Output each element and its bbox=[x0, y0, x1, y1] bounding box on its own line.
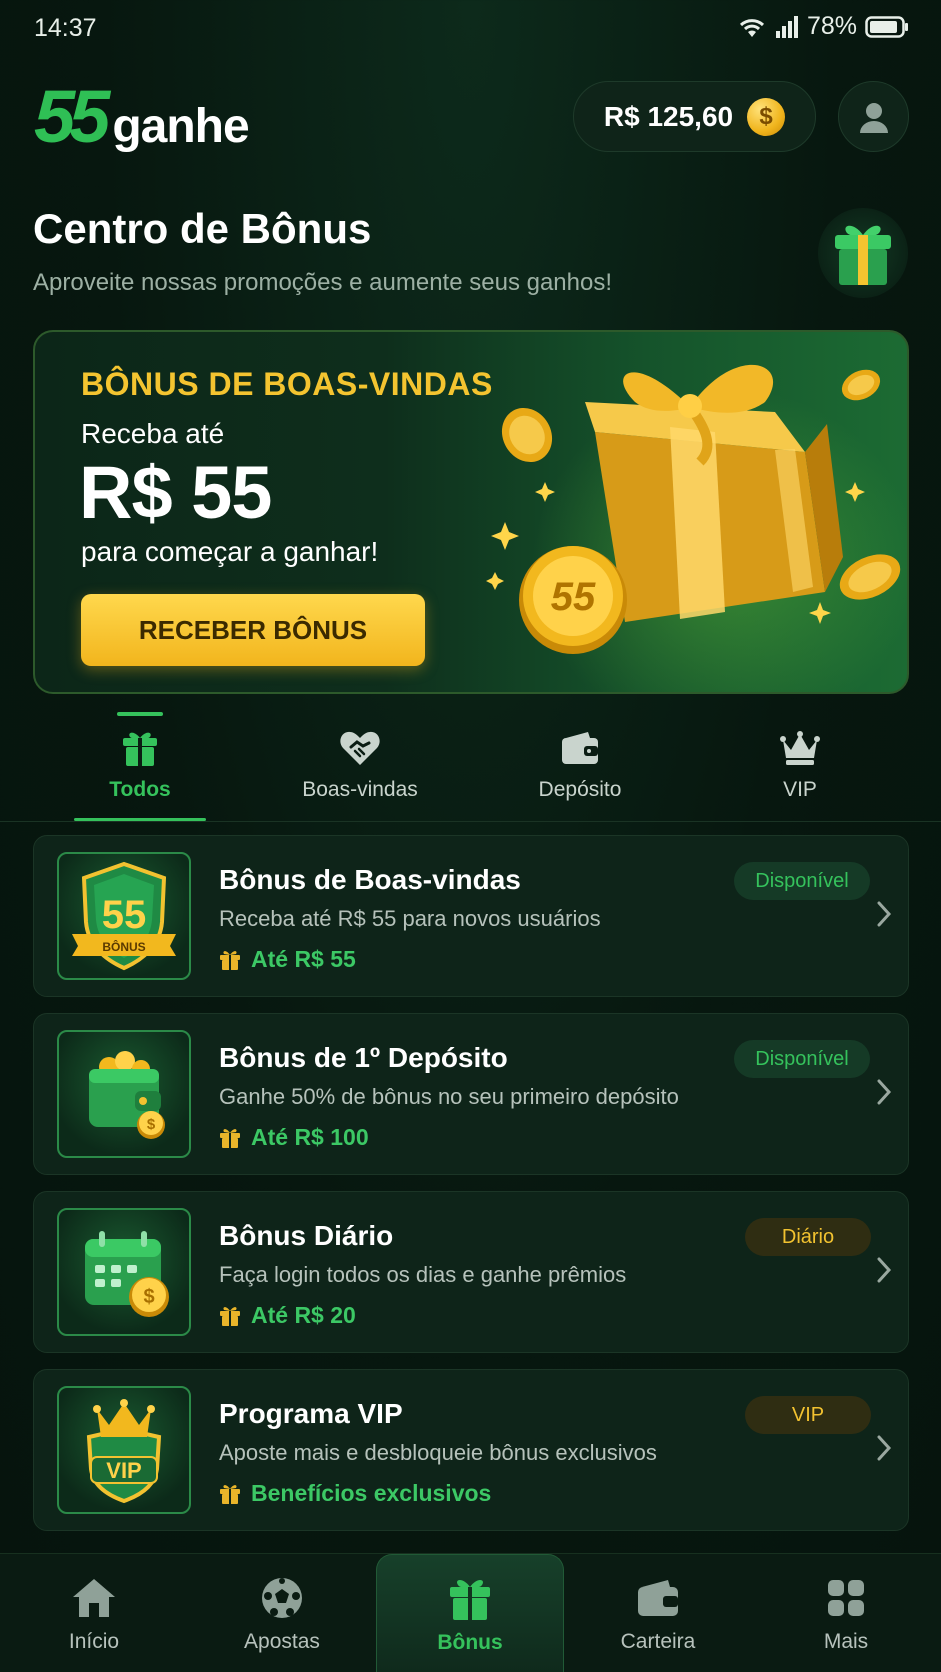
bonus-description: Faça login todos os dias e ganhe prêmios bbox=[219, 1262, 627, 1287]
gift-button[interactable] bbox=[818, 208, 908, 298]
small-gift-icon bbox=[220, 1484, 240, 1504]
gift-icon bbox=[123, 732, 157, 766]
bottom-navigation: Início Apostas Bônus Carteira Mais bbox=[0, 1553, 941, 1672]
chevron-right-icon[interactable] bbox=[876, 1256, 892, 1284]
logo-number: 55 bbox=[34, 75, 110, 158]
nav-label: Bônus bbox=[437, 1631, 503, 1654]
grid-icon bbox=[828, 1580, 864, 1616]
bonus-card-vip[interactable]: VIP Programa VIP Aposte mais e desbloque… bbox=[33, 1369, 909, 1531]
tab-deposito[interactable]: Depósito bbox=[490, 712, 670, 822]
svg-text:55: 55 bbox=[551, 575, 596, 619]
nav-label: Início bbox=[68, 1630, 120, 1653]
status-badge: Disponível bbox=[734, 862, 870, 900]
calendar-coin-icon: $ bbox=[57, 1208, 191, 1336]
tab-label: VIP bbox=[783, 778, 817, 801]
nav-inicio[interactable]: Início bbox=[0, 1554, 188, 1672]
user-icon bbox=[859, 102, 888, 133]
chevron-right-icon[interactable] bbox=[876, 900, 892, 928]
bonus-description: Ganhe 50% de bônus no seu primeiro depós… bbox=[219, 1084, 679, 1109]
gift-icon bbox=[835, 225, 891, 285]
gift-icon bbox=[450, 1580, 490, 1620]
nav-carteira[interactable]: Carteira bbox=[564, 1554, 752, 1672]
status-bar: 14:37 78% bbox=[0, 0, 941, 56]
bonus-reward: Benefícios exclusivos bbox=[219, 1480, 491, 1507]
bonus-reward: Até R$ 55 bbox=[219, 946, 356, 973]
bonus-card-first-deposit[interactable]: $ Bônus de 1º Depósito Ganhe 50% de bônu… bbox=[33, 1013, 909, 1175]
bonus-card-daily[interactable]: $ Bônus Diário Faça login todos os dias … bbox=[33, 1191, 909, 1353]
profile-button[interactable] bbox=[838, 81, 909, 152]
wallet-icon bbox=[562, 732, 598, 764]
banner-line2: para começar a ganhar! bbox=[81, 536, 379, 567]
status-badge: VIP bbox=[745, 1396, 871, 1434]
wallet-icon bbox=[638, 1580, 678, 1616]
logo-word: ganhe bbox=[112, 100, 249, 153]
status-badge: Disponível bbox=[734, 1040, 870, 1078]
status-badge: Diário bbox=[745, 1218, 871, 1256]
active-tab-underline bbox=[74, 818, 206, 821]
page-title: Centro de Bônus bbox=[33, 205, 372, 252]
nav-bonus[interactable]: Bônus bbox=[376, 1554, 564, 1672]
wallet-coins-icon: $ bbox=[57, 1030, 191, 1158]
nav-mais[interactable]: Mais bbox=[752, 1554, 940, 1672]
balance-button[interactable]: R$ 125,60 $ bbox=[573, 81, 816, 152]
signal-icon bbox=[775, 15, 798, 38]
page-subtitle: Aproveite nossas promoções e aumente seu… bbox=[33, 269, 613, 296]
soccer-ball-icon bbox=[262, 1578, 302, 1618]
tab-vip[interactable]: VIP bbox=[710, 712, 890, 822]
bonus-title: Bônus de Boas-vindas bbox=[219, 864, 521, 895]
chevron-right-icon[interactable] bbox=[876, 1434, 892, 1462]
golden-gift-illustration: 55 bbox=[486, 364, 901, 654]
nav-label: Carteira bbox=[620, 1630, 696, 1653]
vip-crown-shield-icon: VIP bbox=[57, 1386, 191, 1514]
tab-boas-vindas[interactable]: Boas-vindas bbox=[270, 712, 450, 822]
chevron-right-icon[interactable] bbox=[876, 1078, 892, 1106]
reward-text: Até R$ 20 bbox=[251, 1302, 356, 1328]
welcome-bonus-banner[interactable]: 55 BÔNUS DE BOAS-VINDAS Receba até R$ 55… bbox=[33, 330, 909, 694]
small-gift-icon bbox=[220, 950, 240, 970]
wifi-icon bbox=[739, 18, 764, 37]
svg-text:$: $ bbox=[147, 1116, 156, 1133]
balance-amount: R$ 125,60 bbox=[603, 100, 734, 132]
battery-percent: 78% bbox=[806, 12, 857, 40]
bonus-title: Programa VIP bbox=[219, 1398, 403, 1429]
svg-text:VIP: VIP bbox=[106, 1458, 141, 1483]
small-gift-icon bbox=[220, 1306, 240, 1326]
reward-text: Até R$ 100 bbox=[251, 1124, 369, 1150]
battery-icon bbox=[865, 15, 908, 38]
banner-label: BÔNUS DE BOAS-VINDAS bbox=[81, 366, 493, 402]
svg-text:$: $ bbox=[143, 1286, 154, 1308]
tab-label: Depósito bbox=[538, 778, 622, 801]
tab-label: Todos bbox=[109, 778, 171, 801]
shield-55-icon: 55 BÔNUS bbox=[57, 852, 191, 980]
receive-bonus-button[interactable]: RECEBER BÔNUS bbox=[81, 594, 425, 666]
bonus-description: Aposte mais e desbloqueie bônus exclusiv… bbox=[219, 1440, 657, 1465]
banner-amount: R$ 55 bbox=[79, 451, 272, 534]
bonus-category-tabs: Todos Boas-vindas Depósito VIP bbox=[0, 712, 941, 822]
svg-text:BÔNUS: BÔNUS bbox=[102, 939, 145, 954]
bonus-description: Receba até R$ 55 para novos usuários bbox=[219, 906, 601, 931]
tab-label: Boas-vindas bbox=[302, 778, 418, 801]
tab-todos[interactable]: Todos bbox=[50, 712, 230, 822]
heart-handshake-icon bbox=[340, 731, 380, 765]
bonus-reward: Até R$ 20 bbox=[219, 1302, 356, 1329]
bonus-reward: Até R$ 100 bbox=[219, 1124, 369, 1151]
nav-label: Apostas bbox=[244, 1630, 320, 1653]
reward-text: Até R$ 55 bbox=[251, 946, 356, 972]
reward-text: Benefícios exclusivos bbox=[251, 1480, 492, 1506]
nav-apostas[interactable]: Apostas bbox=[188, 1554, 376, 1672]
brand-logo[interactable]: 55 ganhe bbox=[34, 75, 250, 158]
bonus-title: Bônus Diário bbox=[219, 1220, 394, 1251]
status-time: 14:37 bbox=[34, 14, 97, 42]
crown-icon bbox=[780, 731, 820, 765]
coin-icon: $ bbox=[747, 97, 786, 136]
home-icon bbox=[73, 1579, 115, 1617]
svg-text:55: 55 bbox=[102, 893, 147, 937]
status-icons: 78% bbox=[737, 12, 909, 41]
bonus-card-welcome[interactable]: 55 BÔNUS Bônus de Boas-vindas Receba até… bbox=[33, 835, 909, 997]
banner-line1: Receba até bbox=[81, 418, 225, 449]
nav-label: Mais bbox=[823, 1630, 869, 1653]
bonus-title: Bônus de 1º Depósito bbox=[219, 1042, 508, 1073]
small-gift-icon bbox=[220, 1128, 240, 1148]
